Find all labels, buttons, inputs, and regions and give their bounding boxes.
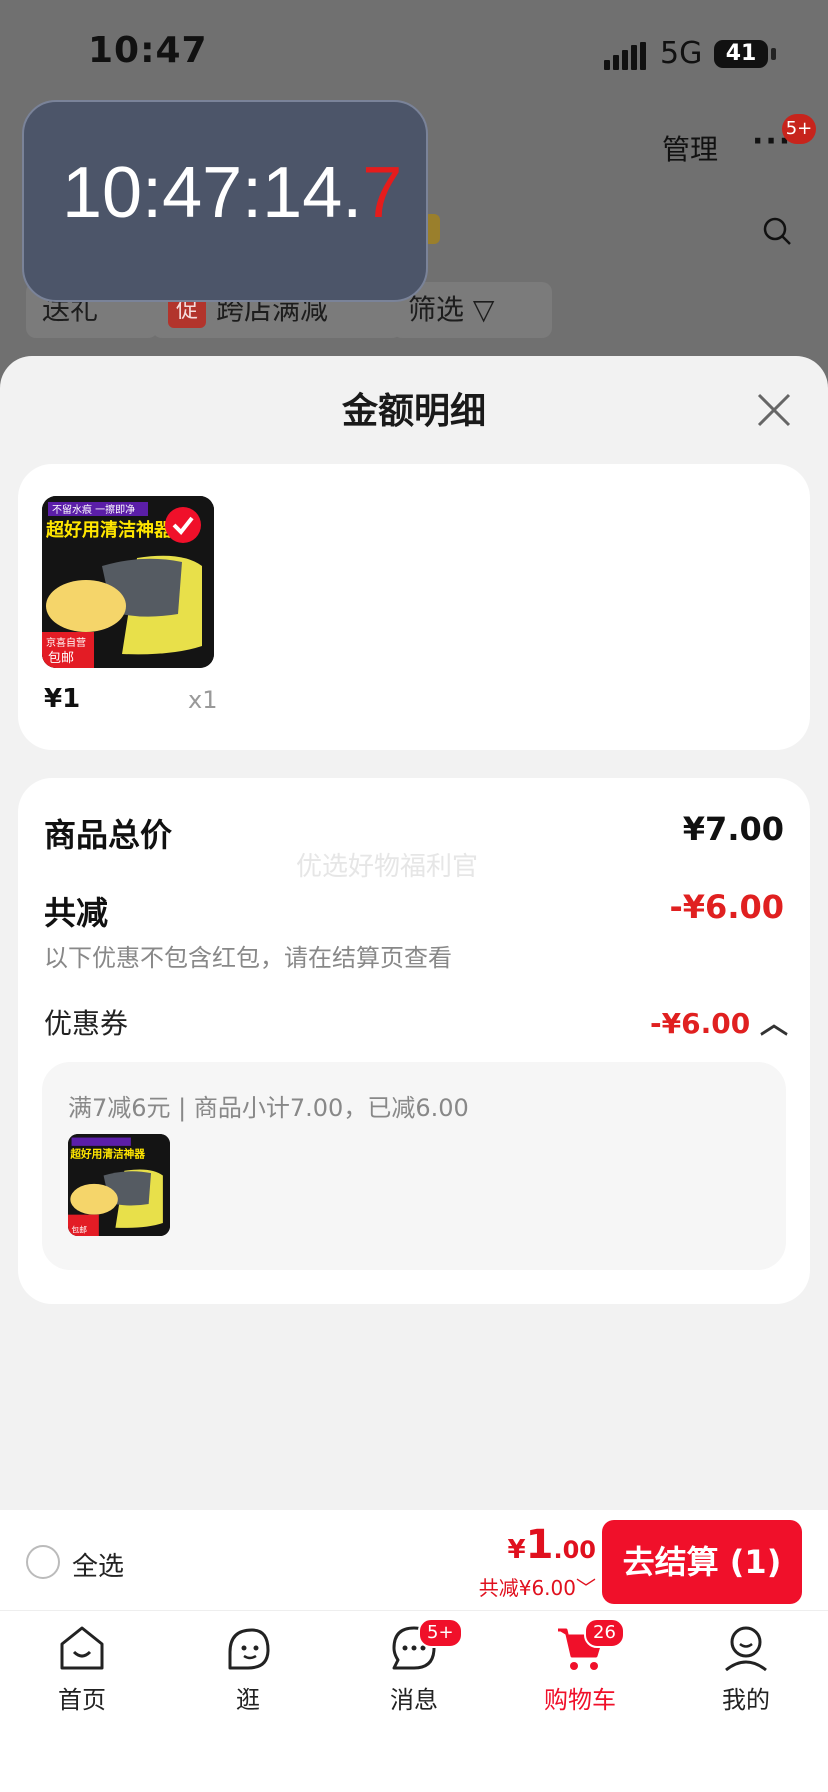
chip-label: 筛选 [408,293,465,326]
discount-value: -¥6.00 [669,888,785,926]
svg-text:包邮: 包邮 [48,651,74,666]
nav-cart[interactable]: 购物车 26 [520,1618,640,1715]
svg-text:超好用清洁神器: 超好用清洁神器 [46,519,173,541]
nav-label: 逛 [236,1686,260,1714]
profile-icon [725,1626,767,1672]
browse-icon [228,1628,270,1670]
nav-messages[interactable]: 消息 5+ [354,1618,474,1715]
select-all-radio[interactable] [26,1545,60,1579]
coupon-label: 优惠券 [44,1007,129,1040]
manage-button[interactable]: 管理 [662,128,718,168]
nav-label: 消息 [390,1686,438,1714]
battery-icon: 41 [714,40,768,68]
chevron-up-icon: ︿ [759,1007,788,1040]
discount-note: 以下优惠不包含红包，请在结算页查看 [44,944,452,972]
footer-total-price: ¥1.00 [508,1522,596,1568]
watermark: 优选好物福利官 [296,852,479,882]
filter-icon: ▽ [472,293,495,326]
discount-label: 共减 [44,894,109,932]
sheet-title: 金额明细 [341,391,486,432]
more-badge: 5+ [782,114,816,144]
total-price-label: 商品总价 [44,816,173,854]
svg-text:超好用清洁神器: 超好用清洁神器 [69,1148,145,1161]
select-all-label[interactable]: 全选 [72,1546,124,1583]
chevron-down-icon: ﹀ [576,1576,596,1600]
footer-discount-toggle[interactable]: 共减¥6.00﹀ [479,1572,596,1601]
status-time: 10:47 [88,30,208,71]
home-icon [60,1626,104,1670]
search-icon[interactable] [762,216,792,246]
signal-icon [604,42,646,70]
selected-check-icon[interactable] [164,506,202,544]
battery-cap [771,48,776,60]
nav-home[interactable]: 首页 [22,1622,142,1715]
nav-label: 购物车 [544,1686,616,1714]
network-label: 5G [660,36,703,71]
nav-profile[interactable]: 我的 [686,1622,806,1715]
cart-badge: 26 [584,1618,625,1648]
coupon-description: 满7减6元 | 商品小计7.00，已减6.00 [68,1094,469,1122]
svg-text:不留水痕 一擦即净: 不留水痕 一擦即净 [52,503,135,516]
total-price-value: ¥7.00 [682,810,784,848]
footer-divider [0,1610,828,1611]
timer-overlay: 10:47:14.7 [22,100,428,302]
item-quantity: x1 [188,686,218,714]
coupon-value: -¥6.00 [650,1007,751,1040]
currency-symbol: ¥ [507,1535,526,1565]
item-price: ¥1 [44,684,81,714]
nav-label: 首页 [58,1686,106,1714]
timer-main-digits: 10:47:14. [62,153,363,233]
coupon-product-image: 超好用清洁神器 包邮 [68,1134,170,1236]
nav-label: 我的 [722,1686,770,1714]
total-decimal: .00 [553,1536,596,1564]
timer-fraction: 7 [362,153,403,233]
status-bar: 10:47 5G 41 [0,0,828,110]
nav-browse[interactable]: 逛 [188,1622,308,1715]
svg-text:包邮: 包邮 [72,1224,88,1234]
messages-badge: 5+ [418,1618,463,1648]
checkout-button[interactable]: 去结算 (1) [602,1520,802,1604]
footer-discount: 共减¥6.00 [478,1576,576,1600]
coupon-toggle[interactable]: -¥6.00 ︿ [650,1002,788,1042]
total-integer: 1 [525,1522,554,1568]
timer-text: 10:47:14.7 [62,152,402,234]
close-icon[interactable] [756,392,792,428]
svg-text:京喜自营: 京喜自营 [46,636,86,649]
